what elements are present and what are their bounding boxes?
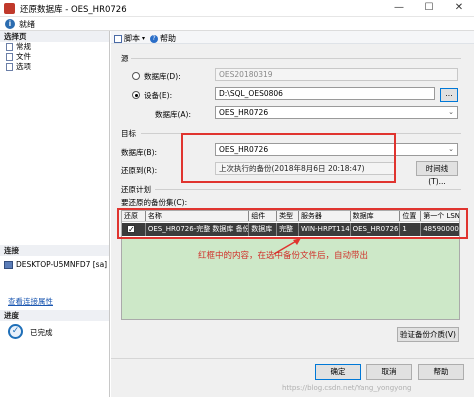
select-page-header: 选择页 (0, 31, 109, 42)
device-database-select[interactable]: OES_HR0726 ⌄ (215, 106, 458, 119)
page-icon (6, 63, 13, 71)
restore-to-label: 还原到(R): (121, 166, 158, 175)
help-icon: ? (150, 34, 158, 43)
timeline-button[interactable]: 时间线(T)... (416, 161, 458, 186)
connection-item: DESKTOP-U5MNFD7 [sa] (4, 260, 107, 269)
toolbar: 脚本 ▾ ? 帮助 (111, 31, 474, 44)
cancel-button[interactable]: 取消 (366, 364, 412, 380)
page-general-label: 常规 (16, 42, 31, 51)
view-connection-properties-link[interactable]: 查看连接属性 (8, 296, 53, 307)
device-database-label: 数据库(A): (155, 110, 192, 119)
page-icon (6, 53, 13, 61)
done-check-icon: ✓ (8, 324, 23, 339)
watermark: https://blog.csdn.net/Yang_yongyong (282, 384, 412, 392)
divider (155, 189, 461, 190)
page-options-label: 选项 (16, 62, 31, 71)
info-icon: i (5, 19, 15, 29)
device-database-value: OES_HR0726 (219, 108, 269, 117)
target-database-label: 数据库(B): (121, 148, 158, 157)
app-icon (4, 3, 15, 14)
left-panel: 选择页 常规 文件 选项 连接 DESKTOP-U5MNFD7 [sa] 查看连… (0, 31, 110, 397)
target-title: 目标 (121, 129, 136, 138)
connection-header: 连接 (0, 245, 109, 256)
chevron-down-icon: ▾ (142, 35, 146, 42)
device-path-field[interactable]: D:\SQL_OES0806 (215, 87, 435, 100)
title-bar: 还原数据库 - OES_HR0726 — ☐ ✕ (0, 0, 474, 17)
device-path-value: D:\SQL_OES0806 (219, 89, 283, 98)
script-label: 脚本 (124, 34, 140, 43)
backup-sets-label: 要还原的备份集(C): (121, 198, 188, 207)
help-toolbar-label: 帮助 (160, 34, 176, 43)
annotation-text: 红框中的内容，在选中备份文件后，自动带出 (198, 251, 369, 261)
page-general[interactable]: 常规 (0, 42, 109, 52)
source-database-label: 数据库(D): (144, 72, 181, 81)
radio-device[interactable] (132, 91, 140, 99)
server-icon (4, 260, 13, 269)
chevron-down-icon: ⌄ (448, 145, 454, 153)
source-database-select[interactable]: OES20180319 (215, 68, 458, 81)
restore-plan-title: 还原计划 (121, 185, 151, 194)
footer-divider (111, 358, 474, 359)
radio-database[interactable] (132, 72, 140, 80)
status-bar: i 就绪 (0, 17, 474, 31)
progress-status: 已完成 (30, 328, 53, 337)
minimize-button[interactable]: — (384, 0, 414, 17)
ok-button[interactable]: 确定 (315, 364, 361, 380)
chevron-down-icon: ⌄ (448, 108, 454, 116)
status-text: 就绪 (19, 20, 35, 29)
source-database-value: OES20180319 (219, 70, 273, 79)
script-button[interactable]: 脚本 ▾ (114, 33, 145, 44)
window-title: 还原数据库 - OES_HR0726 (20, 5, 127, 15)
close-button[interactable]: ✕ (444, 0, 474, 17)
browse-button[interactable]: ... (440, 88, 458, 102)
verify-backup-media-button[interactable]: 验证备份介质(V) (397, 327, 459, 342)
help-button[interactable]: 帮助 (418, 364, 464, 380)
help-toolbar-button[interactable]: ? 帮助 (150, 33, 176, 44)
page-files[interactable]: 文件 (0, 52, 109, 62)
connection-item-label: DESKTOP-U5MNFD7 [sa] (16, 260, 108, 269)
progress-header: 进度 (0, 310, 109, 321)
script-icon (114, 34, 122, 43)
maximize-button[interactable]: ☐ (414, 0, 444, 17)
page-icon (6, 43, 13, 51)
source-device-label: 设备(E): (144, 91, 173, 100)
annotation-box-target (181, 133, 396, 183)
page-files-label: 文件 (16, 52, 31, 61)
page-options[interactable]: 选项 (0, 62, 109, 72)
divider (131, 58, 461, 59)
annotation-box-grid (117, 208, 468, 239)
source-title: 源 (121, 54, 129, 63)
